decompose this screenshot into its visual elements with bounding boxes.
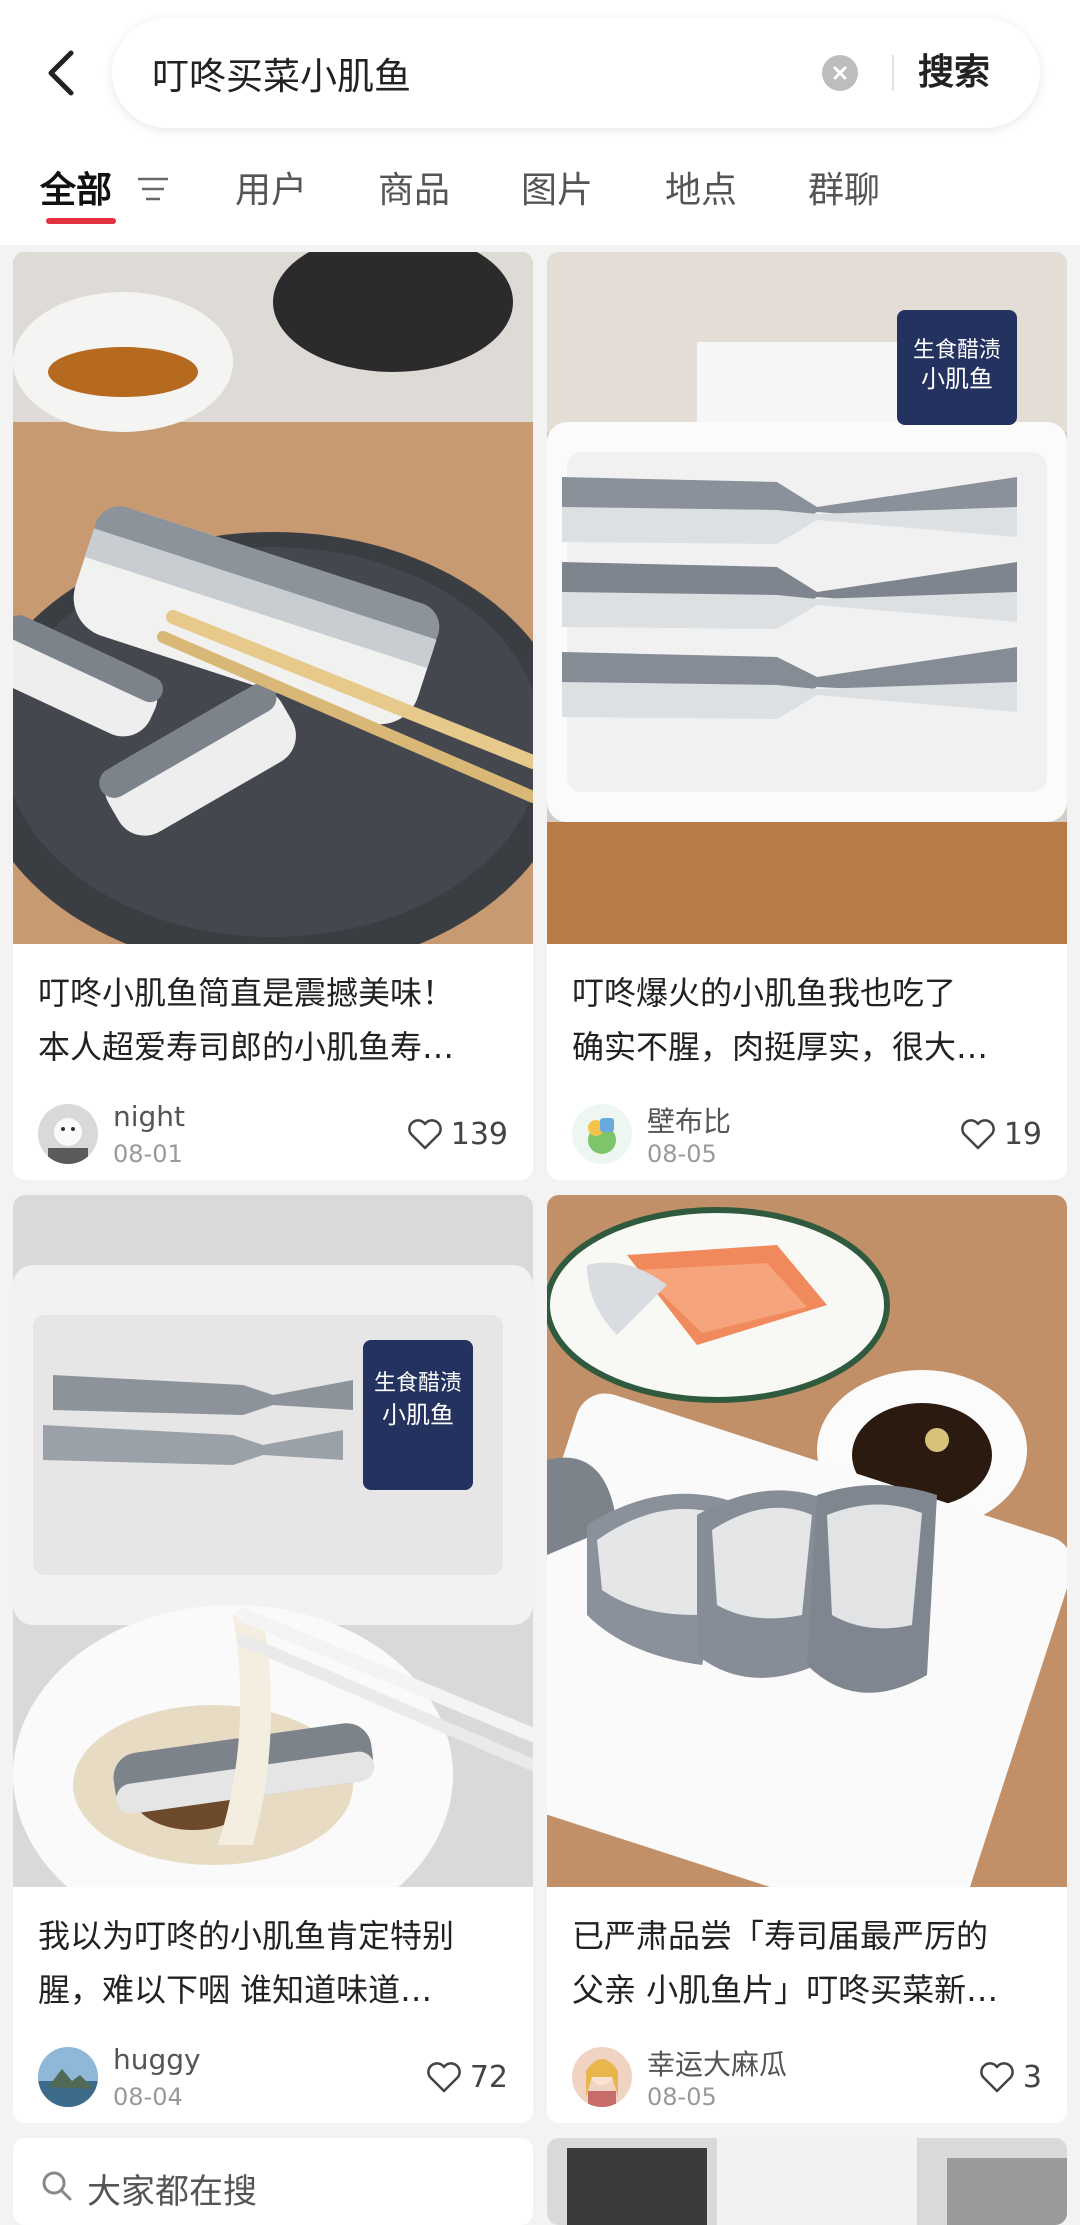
like-count: 139: [450, 1116, 508, 1152]
post-image[interactable]: [547, 2138, 1067, 2225]
post-title-line: 已严肃品尝「寿司届最严厉的: [572, 1917, 989, 1955]
avatar[interactable]: [38, 2047, 98, 2107]
post-card[interactable]: [547, 2138, 1067, 2225]
post-date: 08-05: [647, 1140, 717, 1168]
heart-icon: [407, 1119, 442, 1150]
post-date: 08-05: [647, 2083, 717, 2111]
heart-icon: [427, 2062, 461, 2093]
post-image[interactable]: 生食醋渍 小肌鱼: [13, 1195, 533, 1887]
post-image[interactable]: 生食醋渍 小肌鱼: [547, 252, 1067, 944]
avatar[interactable]: [572, 2047, 632, 2107]
back-arrow-icon: [48, 50, 74, 96]
post-title-line: 我以为叮咚的小肌鱼肯定特别: [38, 1917, 455, 1955]
post-card[interactable]: 生食醋渍 小肌鱼 叮咚爆火的小肌鱼我也吃了 确实不腥，肉挺厚实，很大… 壁布比 …: [547, 252, 1067, 1180]
active-tab-indicator: [46, 218, 116, 224]
post-title-line: 父亲 小肌鱼片」叮咚买菜新…: [572, 1971, 999, 2009]
like-button[interactable]: 72: [426, 2057, 508, 2097]
back-button[interactable]: [30, 38, 90, 108]
search-icon: [42, 2171, 72, 2201]
tab-products[interactable]: 商品: [378, 165, 450, 217]
author-name[interactable]: huggy: [113, 2043, 201, 2076]
post-title-line: 本人超爱寿司郎的小肌鱼寿…: [38, 1028, 455, 1066]
search-input[interactable]: [152, 42, 792, 104]
tab-all[interactable]: 全部: [40, 165, 112, 217]
avatar[interactable]: [572, 1104, 632, 1164]
tab-places[interactable]: 地点: [665, 165, 737, 217]
post-title-line: 确实不腥，肉挺厚实，很大…: [572, 1028, 989, 1066]
post-image[interactable]: [13, 252, 533, 944]
like-button[interactable]: 3: [979, 2057, 1042, 2097]
author-name[interactable]: 幸运大麻瓜: [647, 2043, 787, 2083]
post-card[interactable]: 叮咚小肌鱼简直是震撼美味！ 本人超爱寿司郎的小肌鱼寿… night 08-01 …: [13, 252, 533, 1180]
heart-icon: [961, 1119, 995, 1150]
clear-icon: [833, 66, 847, 80]
trending-searches-card[interactable]: 大家都在搜: [13, 2138, 533, 2225]
package-label: 小肌鱼: [921, 365, 993, 393]
post-title[interactable]: 已严肃品尝「寿司届最严厉的 父亲 小肌鱼片」叮咚买菜新…: [572, 1909, 1042, 2017]
post-card[interactable]: 已严肃品尝「寿司届最严厉的 父亲 小肌鱼片」叮咚买菜新… 幸运大麻瓜 08-05…: [547, 1195, 1067, 2123]
package-label: 小肌鱼: [382, 1401, 454, 1429]
like-button[interactable]: 19: [960, 1114, 1042, 1154]
post-image[interactable]: [547, 1195, 1067, 1887]
post-date: 08-01: [113, 1140, 183, 1168]
tab-images[interactable]: 图片: [521, 165, 593, 217]
author-name[interactable]: night: [113, 1100, 185, 1133]
post-title[interactable]: 我以为叮咚的小肌鱼肯定特别 腥，难以下咽 谁知道味道…: [38, 1909, 508, 2017]
post-title[interactable]: 叮咚小肌鱼简直是震撼美味！ 本人超爱寿司郎的小肌鱼寿…: [38, 966, 508, 1074]
package-label: 生食醋渍: [374, 1371, 462, 1396]
author-name[interactable]: 壁布比: [647, 1100, 731, 1140]
tab-users[interactable]: 用户: [235, 165, 307, 217]
post-title[interactable]: 叮咚爆火的小肌鱼我也吃了 确实不腥，肉挺厚实，很大…: [572, 966, 1042, 1074]
post-title-line: 叮咚爆火的小肌鱼我也吃了: [572, 974, 957, 1012]
package-label: 生食醋渍: [913, 338, 1001, 363]
heart-icon: [980, 2062, 1014, 2093]
search-button[interactable]: 搜索: [918, 44, 990, 102]
like-count: 72: [469, 2059, 508, 2095]
like-count: 3: [1022, 2059, 1042, 2095]
post-title-line: 腥，难以下咽 谁知道味道…: [38, 1971, 433, 2009]
search-box: 搜索: [112, 18, 1040, 128]
trending-label: 大家都在搜: [87, 2172, 257, 2212]
filter-icon[interactable]: [136, 172, 170, 206]
header: 搜索 全部 用户 商品 图片 地点 群聊: [0, 0, 1080, 245]
clear-search-button[interactable]: [822, 55, 858, 91]
post-title-line: 叮咚小肌鱼简直是震撼美味！: [38, 974, 455, 1012]
divider: [892, 55, 894, 91]
post-card[interactable]: 生食醋渍 小肌鱼 我以为叮咚的小肌鱼肯定特别 腥，难以下咽 谁知道味道… hug…: [13, 1195, 533, 2123]
like-button[interactable]: 139: [407, 1114, 508, 1154]
like-count: 19: [1003, 1116, 1042, 1152]
tab-groups[interactable]: 群聊: [808, 165, 880, 217]
avatar[interactable]: [38, 1104, 98, 1164]
post-date: 08-04: [113, 2083, 183, 2111]
